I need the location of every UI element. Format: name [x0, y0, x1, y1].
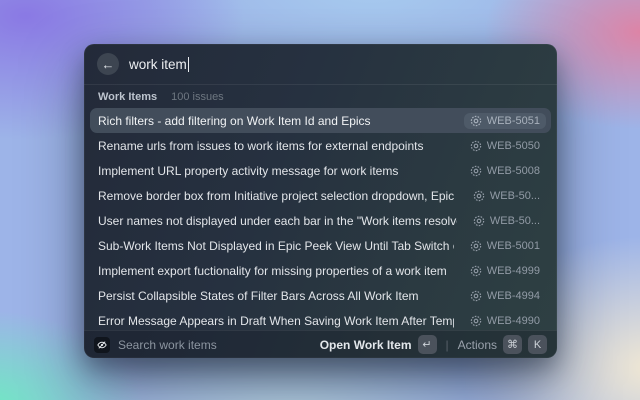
- backlog-icon: [470, 240, 482, 251]
- list-item[interactable]: Sub-Work Items Not Displayed in Epic Pee…: [90, 233, 551, 258]
- k-key[interactable]: K: [528, 335, 547, 354]
- list-item[interactable]: Rename urls from issues to work items fo…: [90, 133, 551, 158]
- work-item-badge: WEB-5050: [464, 138, 546, 154]
- list-item[interactable]: Implement export fuctionality for missin…: [90, 258, 551, 283]
- list-item[interactable]: User names not displayed under each bar …: [90, 208, 551, 233]
- backlog-icon: [473, 190, 485, 201]
- work-item-badge: WEB-5051: [463, 112, 546, 129]
- work-item-id: WEB-50...: [489, 214, 540, 227]
- section-count: 100 issues: [171, 90, 224, 103]
- work-item-id: WEB-4994: [486, 289, 540, 302]
- section-title: Work Items: [98, 90, 158, 103]
- results-list: Rich filters - add filtering on Work Ite…: [84, 106, 557, 330]
- back-arrow-icon: ←: [101, 56, 115, 72]
- text-caret: [187, 56, 190, 72]
- command-key[interactable]: ⌘: [503, 335, 522, 354]
- work-item-title: Implement URL property activity message …: [98, 163, 399, 178]
- work-item-id: WEB-4999: [486, 264, 540, 277]
- work-item-title: Rename urls from issues to work items fo…: [98, 138, 424, 153]
- search-header: ← work item: [84, 44, 557, 84]
- backlog-icon: [473, 215, 485, 226]
- footer-search-hint: Search work items: [94, 336, 312, 353]
- backlog-icon: [470, 115, 482, 126]
- work-item-title: Error Message Appears in Draft When Savi…: [98, 313, 454, 328]
- work-item-badge: WEB-4994: [464, 288, 546, 304]
- section-header: Work Items 100 issues: [84, 85, 557, 106]
- list-item[interactable]: Persist Collapsible States of Filter Bar…: [90, 283, 551, 308]
- work-item-title: Rich filters - add filtering on Work Ite…: [98, 113, 371, 128]
- work-item-id: WEB-5050: [486, 139, 540, 152]
- work-item-title: Persist Collapsible States of Filter Bar…: [98, 288, 419, 303]
- work-item-title: User names not displayed under each bar …: [98, 213, 457, 228]
- backlog-icon: [470, 265, 482, 276]
- eye-off-icon: [94, 336, 110, 353]
- search-input[interactable]: work item: [129, 56, 544, 72]
- list-item[interactable]: Remove border box from Initiative projec…: [90, 183, 551, 208]
- list-item[interactable]: Rich filters - add filtering on Work Ite…: [90, 108, 551, 133]
- work-item-id: WEB-4990: [486, 314, 540, 327]
- work-item-id: WEB-5001: [486, 239, 540, 252]
- backlog-icon: [470, 315, 482, 326]
- work-item-badge: WEB-5008: [464, 163, 546, 179]
- work-item-badge: WEB-50...: [467, 213, 546, 229]
- work-item-badge: WEB-50...: [467, 188, 546, 204]
- work-item-id: WEB-5051: [486, 114, 540, 127]
- command-palette: ← work item Work Items 100 issues Rich f…: [84, 44, 557, 358]
- work-item-id: WEB-50...: [489, 189, 540, 202]
- list-item[interactable]: Error Message Appears in Draft When Savi…: [90, 308, 551, 330]
- backlog-icon: [470, 290, 482, 301]
- back-button[interactable]: ←: [97, 53, 119, 75]
- actions-label[interactable]: Actions: [458, 338, 497, 352]
- work-item-title: Remove border box from Initiative projec…: [98, 188, 457, 203]
- work-item-id: WEB-5008: [486, 164, 540, 177]
- work-item-badge: WEB-4999: [464, 263, 546, 279]
- backlog-icon: [470, 140, 482, 151]
- work-item-title: Sub-Work Items Not Displayed in Epic Pee…: [98, 238, 454, 253]
- work-item-badge: WEB-4990: [464, 313, 546, 329]
- list-item[interactable]: Implement URL property activity message …: [90, 158, 551, 183]
- work-item-badge: WEB-5001: [464, 238, 546, 254]
- return-key[interactable]: ↵: [417, 335, 437, 354]
- footer-actions: Open Work Item ↵ | Actions ⌘ K: [320, 335, 547, 354]
- search-query-text: work item: [129, 56, 187, 72]
- footer-bar: Search work items Open Work Item ↵ | Act…: [84, 330, 557, 358]
- work-item-title: Implement export fuctionality for missin…: [98, 263, 447, 278]
- open-work-item-label[interactable]: Open Work Item: [320, 338, 412, 352]
- footer-hint-label: Search work items: [118, 337, 217, 352]
- backlog-icon: [470, 165, 482, 176]
- footer-divider: |: [445, 337, 449, 352]
